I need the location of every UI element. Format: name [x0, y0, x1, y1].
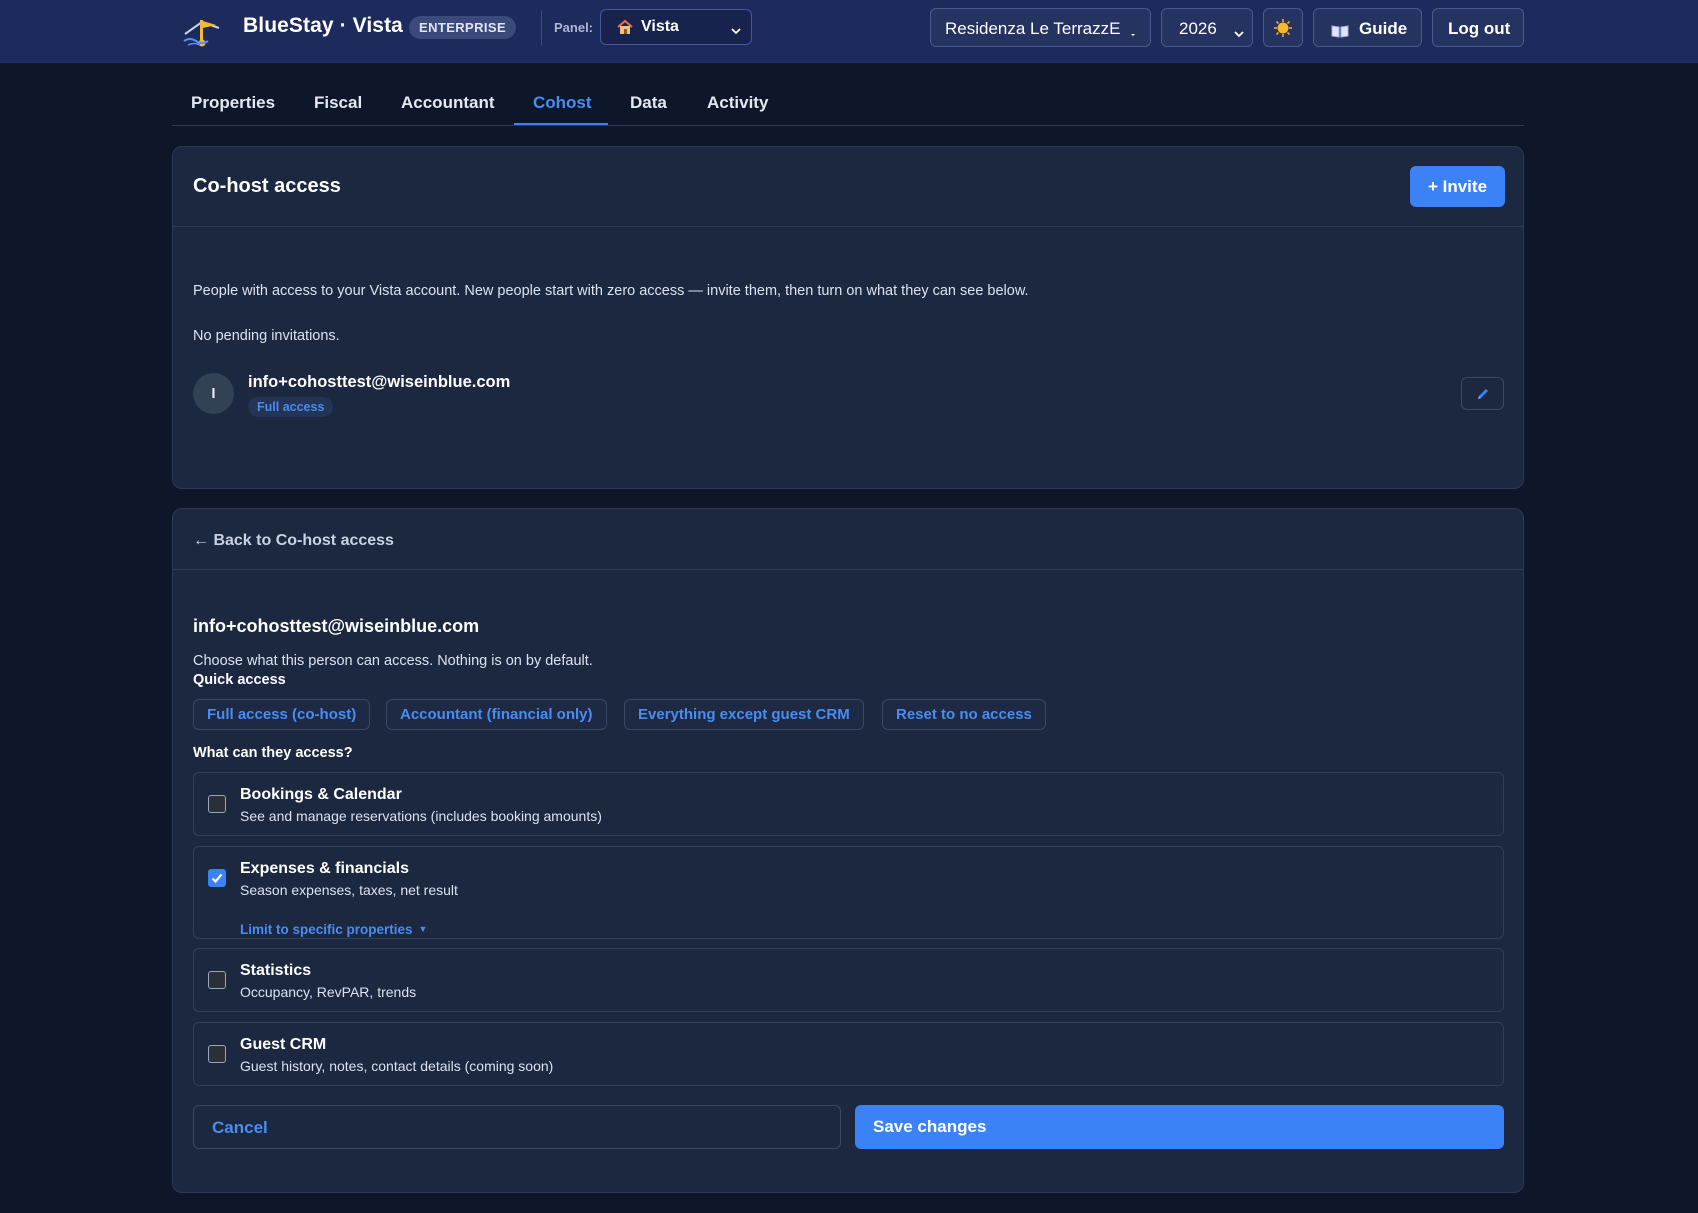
tab-properties[interactable]: Properties — [191, 93, 275, 113]
main-tabs: Properties Fiscal Accountant Cohost Data… — [172, 85, 1524, 126]
permission-checkbox[interactable] — [208, 869, 226, 887]
back-link[interactable]: ← Back to Co-host access — [193, 532, 394, 550]
permission-guest-crm[interactable]: Guest CRM Guest history, notes, contact … — [193, 1022, 1504, 1086]
tab-data[interactable]: Data — [630, 93, 667, 113]
member-email-heading: info+cohosttest@wiseinblue.com — [193, 616, 480, 636]
property-select-value: Residenza Le TerrazzE — [945, 19, 1121, 38]
card-title: Co-host access — [193, 175, 341, 197]
tab-cohost[interactable]: Cohost — [533, 93, 592, 113]
property-select[interactable]: Residenza Le TerrazzE — [930, 8, 1151, 47]
permission-checkbox[interactable] — [208, 971, 226, 989]
permissions-description: Choose what this person can access. Noth… — [193, 653, 593, 669]
permission-statistics[interactable]: Statistics Occupancy, RevPAR, trends — [193, 948, 1504, 1012]
quick-access-full-button[interactable]: Full access (co-host) — [193, 699, 371, 730]
quick-access-reset-button[interactable]: Reset to no access — [882, 699, 1046, 730]
theme-toggle-button[interactable] — [1263, 8, 1303, 47]
quick-access-label: Quick access — [193, 672, 286, 688]
year-select[interactable]: 2026 — [1161, 8, 1253, 47]
house-icon — [617, 19, 633, 35]
card-header: ← Back to Co-host access — [173, 509, 1523, 570]
caret-down-icon — [1129, 24, 1139, 36]
member-email: info+cohosttest@wiseinblue.com — [248, 373, 511, 391]
panel-select-value: Vista — [641, 18, 679, 35]
permission-expenses[interactable]: Expenses & financials Season expenses, t… — [193, 846, 1504, 939]
permission-subtitle: Season expenses, taxes, net result — [240, 882, 458, 898]
save-button[interactable]: Save changes — [855, 1105, 1504, 1149]
avatar: I — [193, 373, 234, 414]
tab-fiscal[interactable]: Fiscal — [314, 93, 362, 113]
tab-activity[interactable]: Activity — [707, 93, 768, 113]
permission-bookings[interactable]: Bookings & Calendar See and manage reser… — [193, 772, 1504, 836]
permission-subtitle: Guest history, notes, contact details (c… — [240, 1058, 554, 1074]
pending-invitations-status: No pending invitations. — [193, 328, 340, 344]
brand-name: BlueStay · Vista — [243, 14, 403, 37]
invite-button[interactable]: + Invite — [1410, 166, 1505, 207]
cohost-description: People with access to your Vista account… — [193, 283, 1029, 299]
permission-title: Statistics — [240, 962, 312, 979]
guide-button[interactable]: Guide — [1313, 8, 1422, 47]
quick-access-except-crm-button[interactable]: Everything except guest CRM — [624, 699, 864, 730]
check-icon — [211, 873, 223, 884]
header-divider — [541, 11, 542, 45]
active-tab-indicator — [514, 123, 608, 125]
quick-access-accountant-button[interactable]: Accountant (financial only) — [386, 699, 607, 730]
cancel-button-label: Cancel — [212, 1118, 268, 1137]
edit-member-button[interactable] — [1461, 377, 1504, 410]
permission-checkbox[interactable] — [208, 1045, 226, 1063]
permission-subtitle: See and manage reservations (includes bo… — [240, 808, 602, 824]
panel-label: Panel: — [554, 20, 594, 35]
top-bar: BlueStay · Vista ENTERPRISE Panel: Vista… — [0, 0, 1698, 63]
card-header: Co-host access + Invite — [173, 147, 1523, 227]
chevron-down-icon — [1234, 24, 1244, 38]
book-icon — [1331, 23, 1349, 38]
limit-properties-link[interactable]: Limit to specific properties ▼ — [240, 922, 427, 937]
plan-badge: ENTERPRISE — [409, 16, 517, 39]
permission-title: Expenses & financials — [240, 860, 409, 877]
year-select-value: 2026 — [1179, 19, 1217, 38]
cohost-access-card: Co-host access + Invite People with acce… — [172, 146, 1524, 489]
limit-properties-label: Limit to specific properties — [240, 922, 413, 937]
logout-button[interactable]: Log out — [1432, 8, 1524, 47]
chevron-down-icon — [731, 23, 741, 35]
logout-button-label: Log out — [1448, 19, 1511, 38]
member-permissions-card: ← Back to Co-host access info+cohosttest… — [172, 508, 1524, 1193]
permission-checkbox[interactable] — [208, 795, 226, 813]
tab-accountant[interactable]: Accountant — [401, 93, 495, 113]
permission-title: Guest CRM — [240, 1036, 327, 1053]
sun-icon — [1273, 18, 1293, 43]
permission-subtitle: Occupancy, RevPAR, trends — [240, 984, 417, 1000]
what-can-they-access-label: What can they access? — [193, 745, 353, 761]
bluestay-logo-icon — [182, 14, 224, 48]
save-button-label: Save changes — [873, 1117, 987, 1136]
pencil-icon — [1478, 389, 1488, 399]
caret-down-icon: ▼ — [418, 924, 428, 934]
permission-title: Bookings & Calendar — [240, 786, 402, 803]
access-level-badge: Full access — [248, 397, 334, 417]
panel-select[interactable]: Vista — [600, 9, 752, 45]
cancel-button[interactable]: Cancel — [193, 1105, 841, 1149]
guide-button-label: Guide — [1359, 19, 1408, 38]
